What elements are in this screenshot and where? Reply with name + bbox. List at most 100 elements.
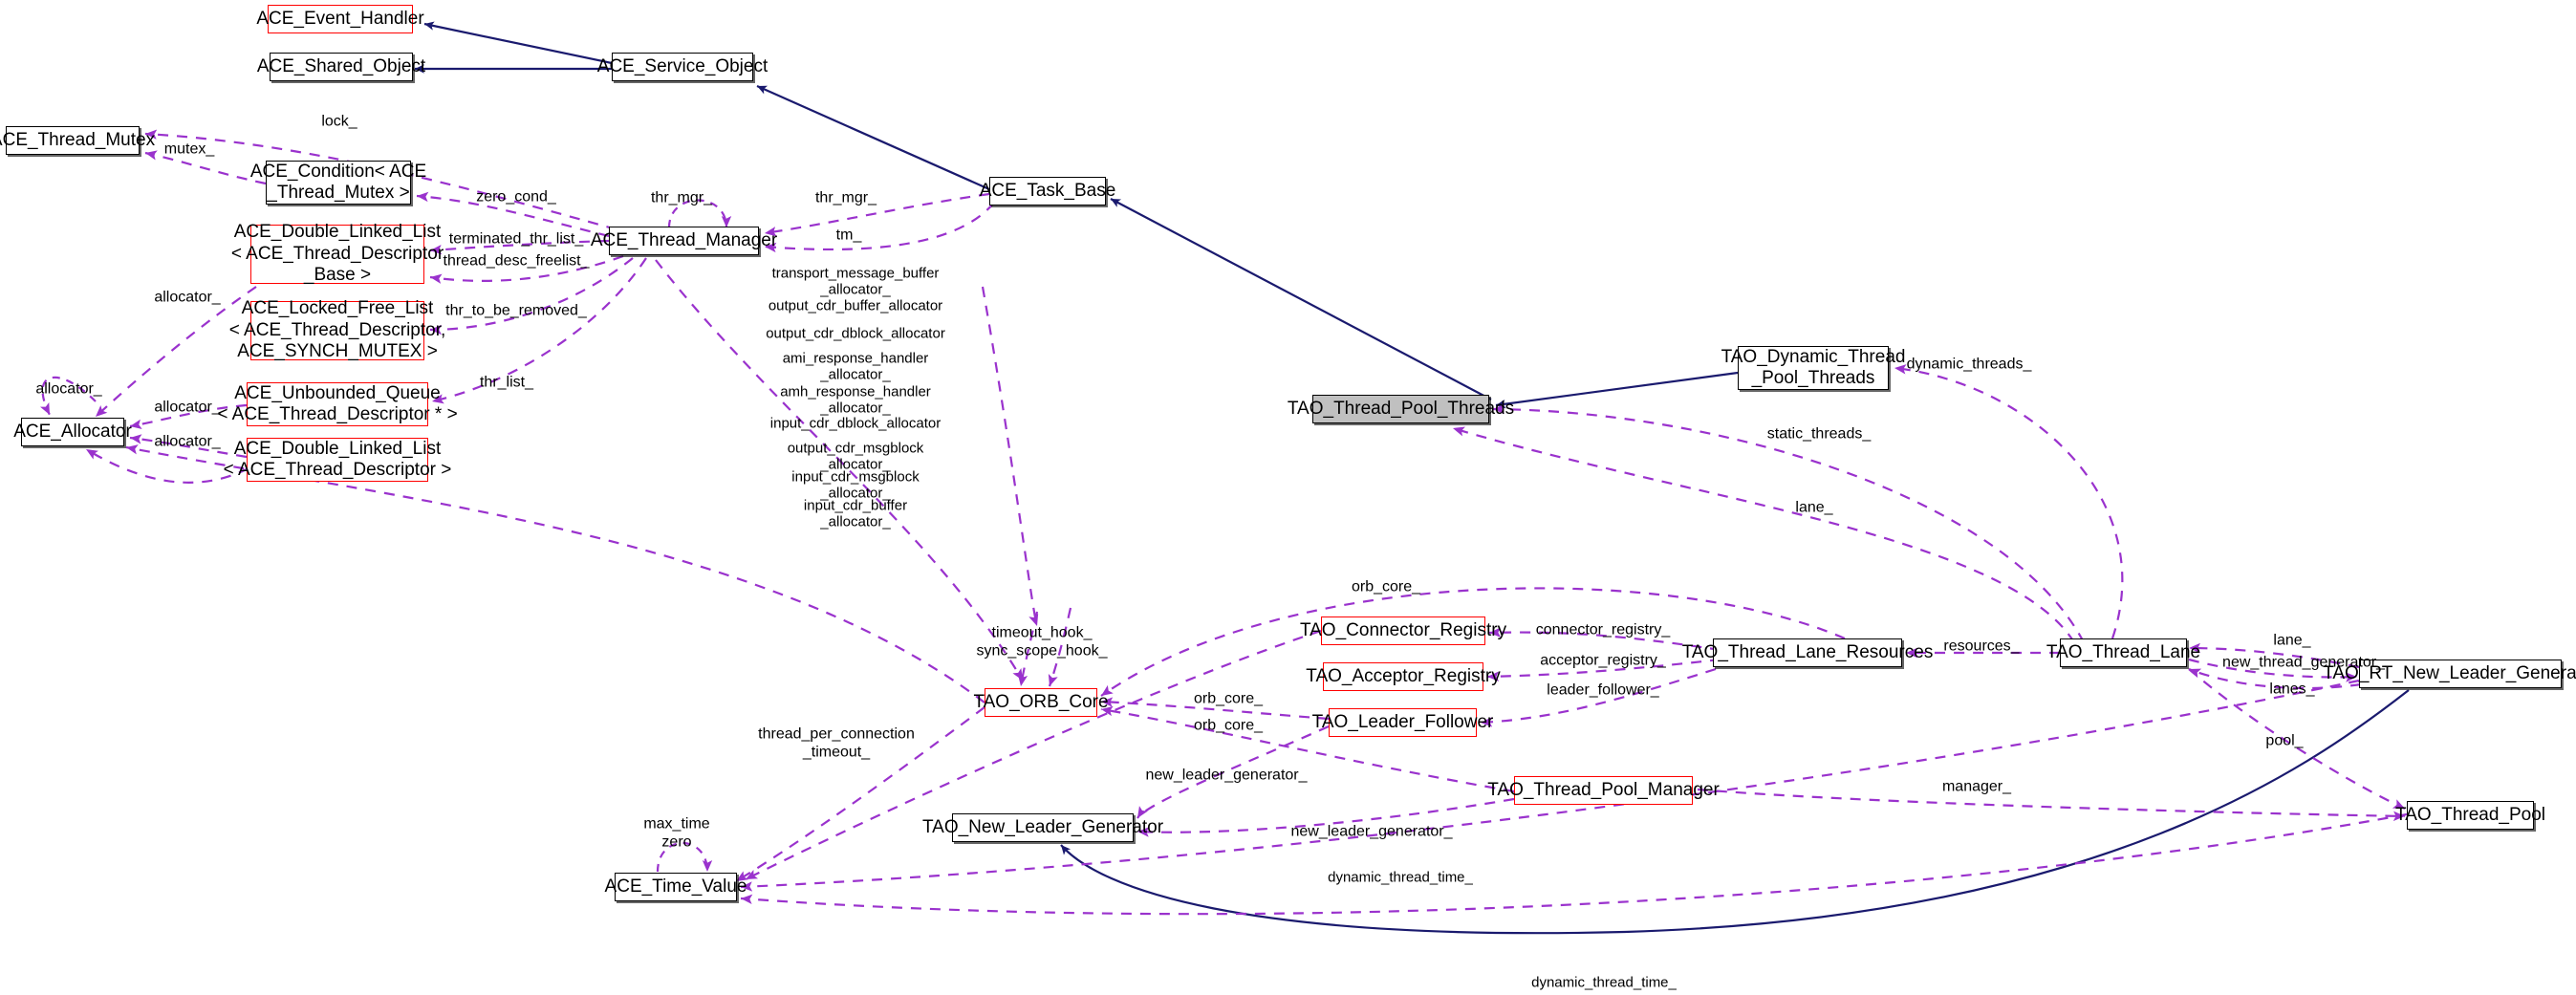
label-text: allocator_ bbox=[154, 289, 221, 306]
node-label: TAO_Thread_Pool_Manager bbox=[1487, 779, 1720, 800]
edge-label-new-leader-generator-up: new_leader_generator_ bbox=[1145, 768, 1307, 786]
node-label: ACE_Thread_Mutex bbox=[0, 129, 156, 150]
node-label: ACE_Allocator bbox=[13, 421, 132, 442]
label-text: input_cdr_dblock_allocator bbox=[769, 415, 942, 432]
label-text: new_leader_generator_ bbox=[1290, 823, 1453, 840]
node-tao-dynamic-thread-pool-threads[interactable]: TAO_Dynamic_Thread _Pool_Threads bbox=[1721, 346, 1905, 390]
label-text: resources_ bbox=[1943, 638, 2020, 655]
edge-label-ami-response-handler-allocator: ami_response_handler _allocator_ bbox=[783, 351, 929, 384]
label-text: dynamic_thread_time_ bbox=[1531, 974, 1677, 991]
node-ace-thread-mutex[interactable]: ACE_Thread_Mutex bbox=[0, 126, 155, 155]
label-text: zero_cond_ bbox=[476, 188, 556, 205]
edge-label-acceptor-registry: acceptor_registry_ bbox=[1540, 653, 1666, 671]
label-text: connector_registry_ bbox=[1535, 621, 1671, 638]
label-text: lock_ bbox=[321, 113, 357, 130]
label-text: dynamic_thread_time_ bbox=[1328, 869, 1473, 886]
label-text: static_threads_ bbox=[1766, 425, 1872, 443]
label-text: max_time zero bbox=[643, 815, 710, 850]
edge-label-allocator-dll: allocator_ bbox=[154, 434, 220, 452]
node-ace-double-linked-list[interactable]: ACE_Double_Linked_List < ACE_Thread_Desc… bbox=[224, 438, 451, 482]
node-ace-unbounded-queue[interactable]: ACE_Unbounded_Queue < ACE_Thread_Descrip… bbox=[217, 382, 458, 426]
label-text: lane_ bbox=[1795, 499, 1833, 516]
node-ace-locked-free-list[interactable]: ACE_Locked_Free_List < ACE_Thread_Descri… bbox=[229, 298, 446, 361]
label-text: leader_follower_ bbox=[1547, 681, 1659, 699]
node-tao-rt-new-leader-generator[interactable]: TAO_RT_New_Leader_Generator bbox=[2323, 660, 2576, 688]
node-label: TAO_Leader_Follower bbox=[1311, 711, 1494, 732]
node-ace-condition-thread-mutex[interactable]: ACE_Condition< ACE _Thread_Mutex > bbox=[250, 161, 426, 205]
edge-label-allocator-unbounded: allocator_ bbox=[154, 400, 220, 418]
label-text: allocator_ bbox=[35, 380, 102, 398]
node-label: ACE_Condition< ACE _Thread_Mutex > bbox=[249, 161, 427, 203]
label-text: thr_mgr_ bbox=[650, 189, 713, 206]
node-tao-new-leader-generator[interactable]: TAO_New_Leader_Generator bbox=[922, 813, 1163, 842]
node-label: ACE_Locked_Free_List < ACE_Thread_Descri… bbox=[228, 298, 446, 362]
edge-label-dynamic-thread-time-low: dynamic_thread_time_ bbox=[1531, 974, 1677, 990]
label-text: dynamic_threads_ bbox=[1906, 356, 2032, 373]
node-ace-allocator[interactable]: ACE_Allocator bbox=[13, 418, 132, 446]
label-text: lanes_ bbox=[2269, 681, 2315, 698]
edge-label-mutex: mutex_ bbox=[164, 141, 214, 160]
node-tao-thread-pool-threads[interactable]: TAO_Thread_Pool_Threads bbox=[1288, 395, 1514, 423]
node-ace-time-value[interactable]: ACE_Time_Value bbox=[605, 873, 747, 901]
node-label: TAO_Thread_Pool_Threads bbox=[1287, 398, 1515, 419]
label-text: new_thread_generator_ bbox=[2222, 654, 2385, 671]
label-text: allocator_ bbox=[154, 433, 221, 450]
label-text: acceptor_registry_ bbox=[1540, 652, 1666, 669]
node-ace-double-linked-list-base[interactable]: ACE_Double_Linked_List < ACE_Thread_Desc… bbox=[231, 222, 444, 285]
node-label: ACE_Unbounded_Queue < ACE_Thread_Descrip… bbox=[217, 382, 458, 424]
label-text: allocator_ bbox=[154, 399, 221, 416]
edge-layer bbox=[39, 21, 2410, 935]
edge-label-output-cdr-buffer-allocator: output_cdr_buffer_allocator bbox=[768, 297, 942, 314]
label-text: ami_response_handler _allocator_ bbox=[782, 350, 929, 383]
node-label: ACE_Double_Linked_List < ACE_Thread_Desc… bbox=[223, 438, 452, 480]
node-tao-thread-lane-resources[interactable]: TAO_Thread_Lane_Resources bbox=[1682, 638, 1933, 667]
edge-label-amh-response-handler-allocator: amh_response_handler _allocator_ bbox=[780, 384, 931, 418]
node-tao-orb-core[interactable]: TAO_ORB_Core bbox=[973, 688, 1109, 717]
edge-label-orb-core-low: orb_core_ bbox=[1194, 718, 1263, 736]
node-ace-thread-manager[interactable]: ACE_Thread_Manager bbox=[591, 227, 777, 255]
edge-label-allocator-dll-base: allocator_ bbox=[154, 290, 220, 308]
edge-label-tm: tm_ bbox=[836, 227, 862, 246]
edge-label-timeout-hook: timeout_hook_ sync_scope_hook_ bbox=[977, 624, 1108, 660]
label-text: thr_list_ bbox=[479, 374, 534, 391]
inheritance-edges bbox=[415, 21, 2410, 935]
node-label: TAO_Dynamic_Thread _Pool_Threads bbox=[1721, 346, 1906, 388]
node-label: TAO_Connector_Registry bbox=[1299, 619, 1507, 640]
edge-label-orb-core-top: orb_core_ bbox=[1352, 579, 1420, 597]
collaboration-diagram: ACE_Event_Handler ACE_Shared_Object ACE_… bbox=[0, 0, 2576, 995]
node-label: TAO_Acceptor_Registry bbox=[1306, 665, 1501, 686]
edge-label-thr-to-be-removed: thr_to_be_removed_ bbox=[445, 303, 587, 321]
label-text: timeout_hook_ sync_scope_hook_ bbox=[976, 624, 1108, 659]
label-text: output_cdr_buffer_allocator bbox=[768, 297, 943, 314]
node-tao-thread-lane[interactable]: TAO_Thread_Lane bbox=[2046, 638, 2200, 667]
edge-label-max-time-zero: max_time zero bbox=[643, 815, 709, 851]
label-text: manager_ bbox=[1941, 778, 2012, 795]
node-ace-task-base[interactable]: ACE_Task_Base bbox=[980, 177, 1115, 205]
edge-label-output-cdr-dblock-allocator: output_cdr_dblock_allocator bbox=[766, 325, 945, 341]
node-tao-thread-pool[interactable]: TAO_Thread_Pool bbox=[2395, 801, 2545, 830]
node-ace-event-handler[interactable]: ACE_Event_Handler bbox=[256, 5, 424, 33]
node-tao-leader-follower[interactable]: TAO_Leader_Follower bbox=[1312, 708, 1493, 737]
node-ace-service-object[interactable]: ACE_Service_Object bbox=[597, 53, 768, 81]
edge-label-thread-per-connection-timeout: thread_per_connection _timeout_ bbox=[758, 725, 915, 761]
edge-label-thr-mgr-task: thr_mgr_ bbox=[815, 190, 877, 208]
node-label: ACE_Time_Value bbox=[604, 876, 747, 897]
edge-label-thr-mgr-self: thr_mgr_ bbox=[651, 190, 712, 208]
node-label: ACE_Thread_Manager bbox=[590, 229, 778, 250]
edge-label-manager: manager_ bbox=[1942, 779, 2011, 797]
node-ace-shared-object[interactable]: ACE_Shared_Object bbox=[257, 53, 425, 81]
node-tao-connector-registry[interactable]: TAO_Connector_Registry bbox=[1300, 616, 1506, 645]
edge-label-allocator-self: allocator_ bbox=[35, 381, 101, 400]
label-text: new_leader_generator_ bbox=[1145, 767, 1308, 784]
edge-label-lane-lane: lane_ bbox=[2273, 633, 2310, 651]
node-tao-thread-pool-manager[interactable]: TAO_Thread_Pool_Manager bbox=[1487, 776, 1720, 805]
edge-label-lane: lane_ bbox=[1795, 500, 1832, 518]
edge-label-lock: lock_ bbox=[321, 114, 357, 132]
edge-label-static-threads: static_threads_ bbox=[1767, 426, 1872, 444]
node-label: ACE_Service_Object bbox=[596, 55, 768, 76]
edge-label-dynamic-threads: dynamic_threads_ bbox=[1907, 357, 2032, 375]
edge-label-resources: resources_ bbox=[1943, 638, 2019, 657]
label-text: input_cdr_buffer _allocator_ bbox=[803, 497, 908, 530]
node-tao-acceptor-registry[interactable]: TAO_Acceptor_Registry bbox=[1306, 662, 1501, 691]
edge-label-transport-message-buffer-allocator: transport_message_buffer _allocator_ bbox=[772, 266, 940, 299]
